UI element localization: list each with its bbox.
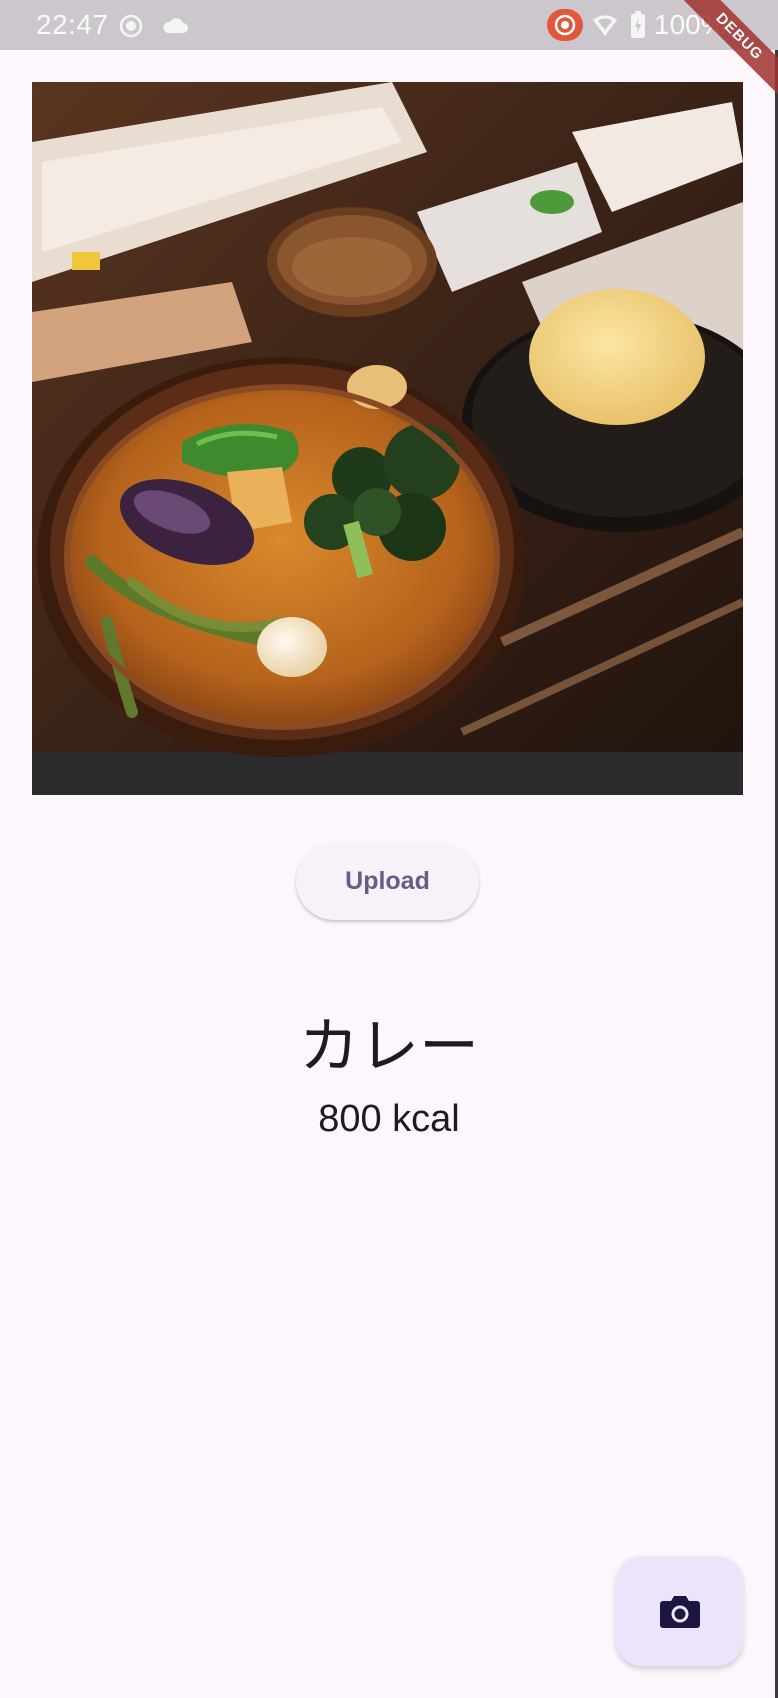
- battery-icon: [631, 11, 645, 38]
- dish-name: カレー: [299, 1011, 479, 1082]
- food-photo-illustration: [32, 82, 743, 795]
- food-photo: [32, 82, 743, 795]
- cloud-icon: [163, 18, 188, 33]
- app-screen: 22:47 100% DEBUG Upload カレー 800 kcal: [0, 0, 778, 1698]
- camera-button[interactable]: [616, 1556, 743, 1666]
- upload-button[interactable]: Upload: [296, 843, 479, 920]
- cast-icon: [547, 9, 583, 41]
- status-time: 22:47: [36, 9, 109, 40]
- status-bar: 22:47 100%: [0, 0, 778, 50]
- calorie-value: 800 kcal: [318, 1098, 460, 1140]
- camera-icon: [659, 1596, 700, 1628]
- record-icon: [119, 14, 143, 38]
- wifi-icon: [593, 15, 617, 36]
